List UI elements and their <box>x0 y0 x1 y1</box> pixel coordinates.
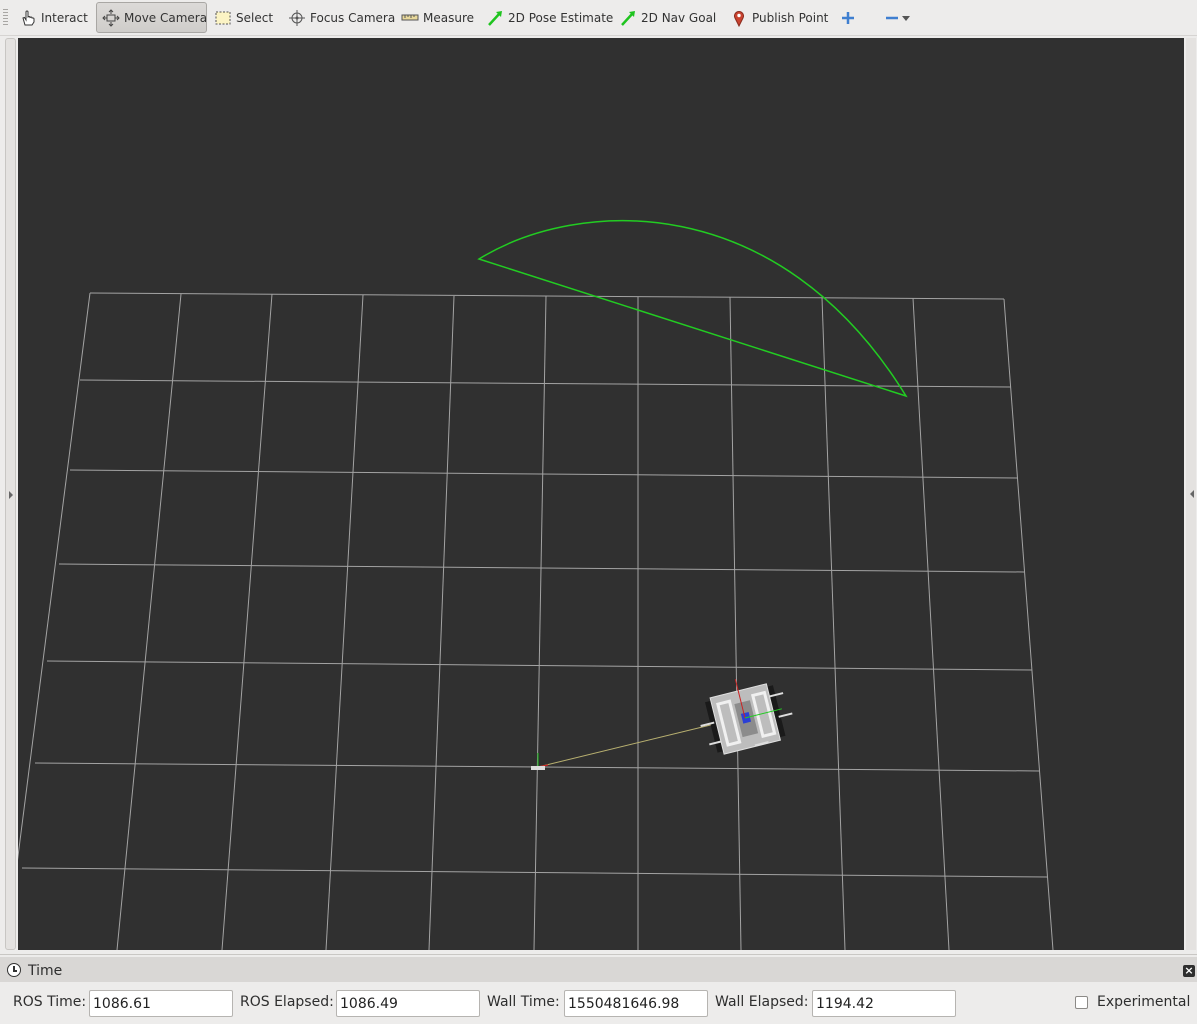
tool-measure-label: Measure <box>423 10 474 25</box>
hand-pointer-icon <box>19 9 37 27</box>
move-camera-icon <box>102 8 120 27</box>
tool-2d-nav-goal-label: 2D Nav Goal <box>641 10 717 25</box>
tool-move-camera-button[interactable]: Move Camera <box>96 2 207 33</box>
tf-link-line <box>537 721 724 768</box>
render-viewport[interactable] <box>18 38 1184 950</box>
tool-focus-camera-button[interactable]: Focus Camera <box>282 2 401 33</box>
tool-2d-pose-estimate-button[interactable]: 2D Pose Estimate <box>480 2 619 33</box>
ros-elapsed-label: ROS Elapsed: <box>240 994 334 1010</box>
select-box-icon <box>214 9 232 27</box>
plus-icon <box>840 10 856 26</box>
wall-elapsed-label: Wall Elapsed: <box>715 994 809 1010</box>
ruler-icon <box>401 9 419 27</box>
ros-time-label: ROS Time: <box>13 994 87 1010</box>
right-panel-collapse-handle[interactable] <box>1186 38 1196 950</box>
focus-crosshair-icon <box>288 9 306 27</box>
experimental-label: Experimental <box>1097 994 1191 1010</box>
expand-arrow-icon <box>9 491 13 499</box>
close-icon[interactable]: × <box>1183 965 1195 977</box>
time-panel-titlebar: Time × <box>0 957 1197 982</box>
tool-move-camera-label: Move Camera <box>124 10 208 25</box>
tool-measure-button[interactable]: Measure <box>395 2 480 33</box>
tool-2d-nav-goal-button[interactable]: 2D Nav Goal <box>613 2 722 33</box>
minus-icon <box>884 10 900 26</box>
tool-interact-button[interactable]: Interact <box>13 2 94 33</box>
scene-canvas <box>18 219 1054 950</box>
tool-publish-point-button[interactable]: Publish Point <box>724 2 834 33</box>
tool-select-label: Select <box>236 10 274 25</box>
wall-time-label: Wall Time: <box>487 994 560 1010</box>
green-arrow-icon <box>486 9 504 27</box>
wall-elapsed-field[interactable] <box>812 990 956 1017</box>
toolbar-grip[interactable] <box>3 9 8 27</box>
ros-time-field[interactable] <box>89 990 233 1017</box>
tool-bar: Interact Move Camera Select Focus Camera… <box>0 0 1197 36</box>
time-panel-title: Time <box>28 963 63 979</box>
map-pin-icon <box>730 9 748 27</box>
expand-arrow-icon <box>1190 490 1194 498</box>
robot-model <box>700 679 793 755</box>
ros-elapsed-field[interactable] <box>336 990 480 1017</box>
tool-focus-camera-label: Focus Camera <box>310 10 396 25</box>
clock-icon <box>7 963 21 977</box>
grid <box>18 292 1054 950</box>
tool-2d-pose-estimate-label: 2D Pose Estimate <box>508 10 614 25</box>
wall-time-field[interactable] <box>564 990 708 1017</box>
experimental-checkbox[interactable] <box>1075 996 1088 1009</box>
green-arrow-icon <box>619 9 637 27</box>
laser-fov-sector <box>477 219 908 398</box>
add-tool-button[interactable] <box>834 2 862 33</box>
tool-interact-label: Interact <box>41 10 88 25</box>
tool-select-button[interactable]: Select <box>208 2 279 33</box>
tool-publish-point-label: Publish Point <box>752 10 829 25</box>
chevron-down-icon[interactable] <box>902 16 910 21</box>
left-panel-collapse-handle[interactable] <box>5 38 16 950</box>
